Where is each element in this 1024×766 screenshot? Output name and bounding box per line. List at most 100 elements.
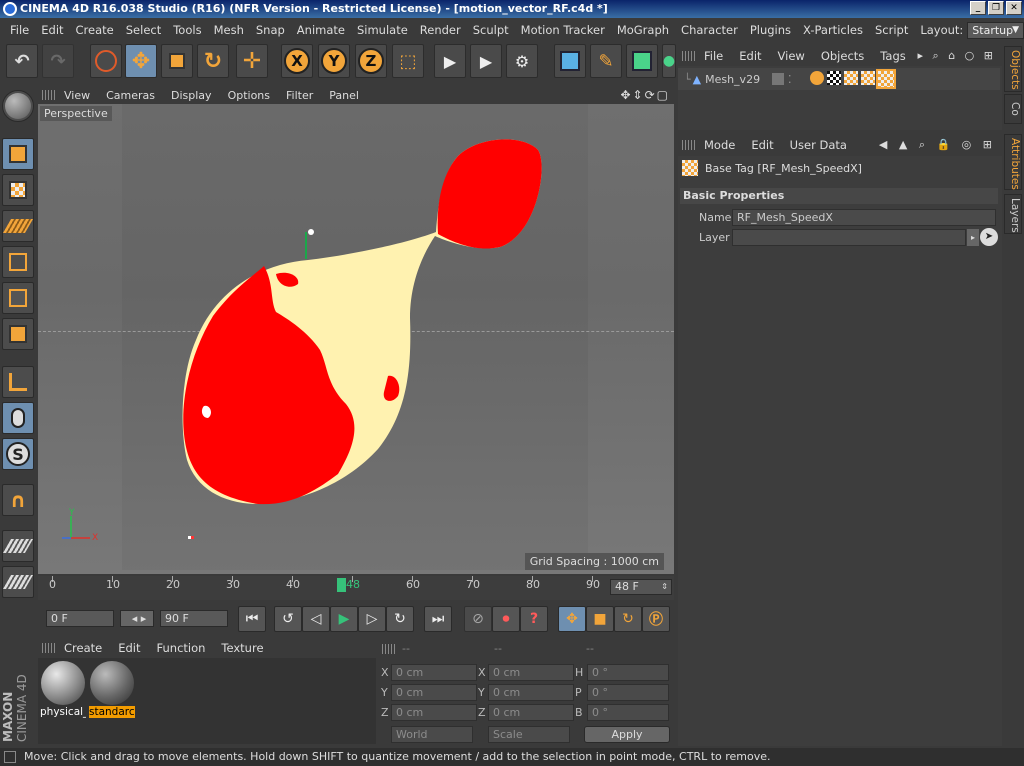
- render-picture-viewer-button[interactable]: ▶: [470, 44, 502, 78]
- viewport-menu-filter[interactable]: Filter: [278, 89, 321, 102]
- menu-sculpt[interactable]: Sculpt: [467, 20, 515, 40]
- model-mode-button[interactable]: [2, 138, 34, 170]
- viewport-nav-icons[interactable]: ✥⇕⟳▢: [620, 88, 670, 102]
- menu-script[interactable]: Script: [869, 20, 914, 40]
- next-frame-button[interactable]: ▷: [358, 606, 386, 632]
- restore-button[interactable]: ❐: [988, 1, 1004, 15]
- make-editable-button[interactable]: [2, 90, 34, 122]
- minimize-button[interactable]: _: [970, 1, 986, 15]
- snapping-button[interactable]: S: [2, 438, 34, 470]
- menu-mesh[interactable]: Mesh: [208, 20, 250, 40]
- viewport-menu-cameras[interactable]: Cameras: [98, 89, 163, 102]
- menu-select[interactable]: Select: [120, 20, 167, 40]
- attributes-menu-edit[interactable]: Edit: [743, 138, 781, 152]
- move-tool-button[interactable]: ✥: [125, 44, 157, 78]
- viewport-menu-options[interactable]: Options: [220, 89, 278, 102]
- material-swatch[interactable]: standarc: [89, 660, 135, 718]
- rotation-p-field[interactable]: 0 °: [587, 684, 669, 701]
- locked-workplane-button[interactable]: [2, 530, 34, 562]
- speed-tag-icon-selected[interactable]: [876, 69, 896, 89]
- menu-plugins[interactable]: Plugins: [744, 20, 797, 40]
- material-menu-function[interactable]: Function: [149, 641, 214, 655]
- timeline-ruler[interactable]: 0 10 20 30 40 60 70 80 90 48 48 F ⇕: [38, 576, 674, 600]
- start-frame-field[interactable]: 0 F: [46, 610, 114, 627]
- edges-mode-button[interactable]: [2, 282, 34, 314]
- undo-button[interactable]: ↶: [6, 44, 38, 78]
- scale-x-field[interactable]: 0 cm: [488, 664, 574, 681]
- menu-mograph[interactable]: MoGraph: [611, 20, 675, 40]
- render-view-button[interactable]: ▶: [434, 44, 466, 78]
- particle-tag-icon[interactable]: [810, 71, 824, 85]
- viewport-menu-panel[interactable]: Panel: [321, 89, 367, 102]
- object-manager-tools[interactable]: ▸ ⌕ ⌂ ○ ⊞: [918, 49, 996, 63]
- layer-field[interactable]: [732, 229, 966, 246]
- layer-arrow-button[interactable]: ▸: [967, 229, 979, 246]
- attribute-nav-icons[interactable]: ◀ ▲ ⌕ 🔒 ◎ ⊞: [879, 138, 996, 152]
- previous-frame-button[interactable]: ◁: [302, 606, 330, 632]
- previous-key-button[interactable]: ↺: [274, 606, 302, 632]
- scale-tool-button[interactable]: [161, 44, 193, 78]
- spinner-icon[interactable]: ⇕: [661, 580, 668, 594]
- rotate-tool-button[interactable]: ↻: [197, 44, 229, 78]
- material-menu-edit[interactable]: Edit: [110, 641, 148, 655]
- viewport-menu-view[interactable]: View: [56, 89, 98, 102]
- menu-character[interactable]: Character: [675, 20, 744, 40]
- texture-tag-icon[interactable]: [827, 71, 841, 85]
- size-mode-dropdown[interactable]: Scale: [488, 726, 570, 743]
- layer-pick-button[interactable]: ➤: [980, 228, 998, 246]
- material-tag-icon[interactable]: [861, 71, 875, 85]
- material-menu-create[interactable]: Create: [56, 641, 110, 655]
- viewport-menu-display[interactable]: Display: [163, 89, 220, 102]
- points-mode-button[interactable]: [2, 246, 34, 278]
- planar-workplane-button[interactable]: [2, 566, 34, 598]
- 3d-viewport[interactable]: Perspective Y X Grid Spacing : 1000 cm: [38, 104, 674, 574]
- attributes-menu-mode[interactable]: Mode: [696, 138, 743, 152]
- material-menu-texture[interactable]: Texture: [213, 641, 271, 655]
- menu-simulate[interactable]: Simulate: [351, 20, 414, 40]
- texture-mode-button[interactable]: [2, 174, 34, 206]
- tab-objects[interactable]: Objects: [1004, 46, 1022, 92]
- objects-menu-edit[interactable]: Edit: [731, 49, 769, 63]
- polygons-mode-button[interactable]: [2, 318, 34, 350]
- object-row[interactable]: └ ▲ Mesh_v29 ⁚: [678, 68, 1000, 90]
- scale-y-field[interactable]: 0 cm: [488, 684, 574, 701]
- next-key-button[interactable]: ↻: [386, 606, 414, 632]
- keyframe-selection-button[interactable]: ?: [520, 606, 548, 632]
- rotation-b-field[interactable]: 0 °: [587, 704, 669, 721]
- enable-snap-button[interactable]: ∩: [2, 484, 34, 516]
- go-to-end-button[interactable]: ⏭: [424, 606, 452, 632]
- subdivision-surface-button[interactable]: [626, 44, 658, 78]
- parameter-key-button[interactable]: Ⓟ: [642, 606, 670, 632]
- current-frame-field[interactable]: 48 F ⇕: [610, 579, 672, 595]
- rotation-h-field[interactable]: 0 °: [587, 664, 669, 681]
- name-field[interactable]: RF_Mesh_SpeedX: [732, 209, 996, 226]
- position-y-field[interactable]: 0 cm: [391, 684, 477, 701]
- menu-file[interactable]: File: [4, 20, 35, 40]
- range-slider[interactable]: ◂ ▸: [120, 610, 154, 627]
- layout-dropdown[interactable]: Startup ▼: [967, 21, 1024, 39]
- position-z-field[interactable]: 0 cm: [391, 704, 477, 721]
- visibility-toggle-icon[interactable]: [772, 73, 784, 85]
- y-axis-lock-button[interactable]: Y: [318, 44, 350, 78]
- objects-menu-objects[interactable]: Objects: [813, 49, 872, 63]
- menu-render[interactable]: Render: [414, 20, 467, 40]
- x-axis-lock-button[interactable]: X: [281, 44, 313, 78]
- menu-animate[interactable]: Animate: [291, 20, 351, 40]
- objects-menu-file[interactable]: File: [696, 49, 731, 63]
- basic-properties-section[interactable]: Basic Properties: [680, 188, 998, 204]
- menu-edit[interactable]: Edit: [35, 20, 69, 40]
- menu-x-particles[interactable]: X-Particles: [797, 20, 869, 40]
- menu-motion-tracker[interactable]: Motion Tracker: [515, 20, 611, 40]
- playhead[interactable]: [337, 578, 346, 592]
- scale-key-button[interactable]: ■: [586, 606, 614, 632]
- render-settings-button[interactable]: ⚙: [506, 44, 538, 78]
- redo-button[interactable]: ↷: [42, 44, 74, 78]
- more-tools-button[interactable]: ●: [662, 44, 676, 78]
- axis-mode-button[interactable]: [2, 366, 34, 398]
- record-keys-button[interactable]: ⊘: [464, 606, 492, 632]
- autokeying-button[interactable]: ⏺: [492, 606, 520, 632]
- material-tag-icon[interactable]: [844, 71, 858, 85]
- objects-menu-view[interactable]: View: [770, 49, 813, 63]
- tweak-mode-button[interactable]: [2, 402, 34, 434]
- apply-button[interactable]: Apply: [584, 726, 670, 743]
